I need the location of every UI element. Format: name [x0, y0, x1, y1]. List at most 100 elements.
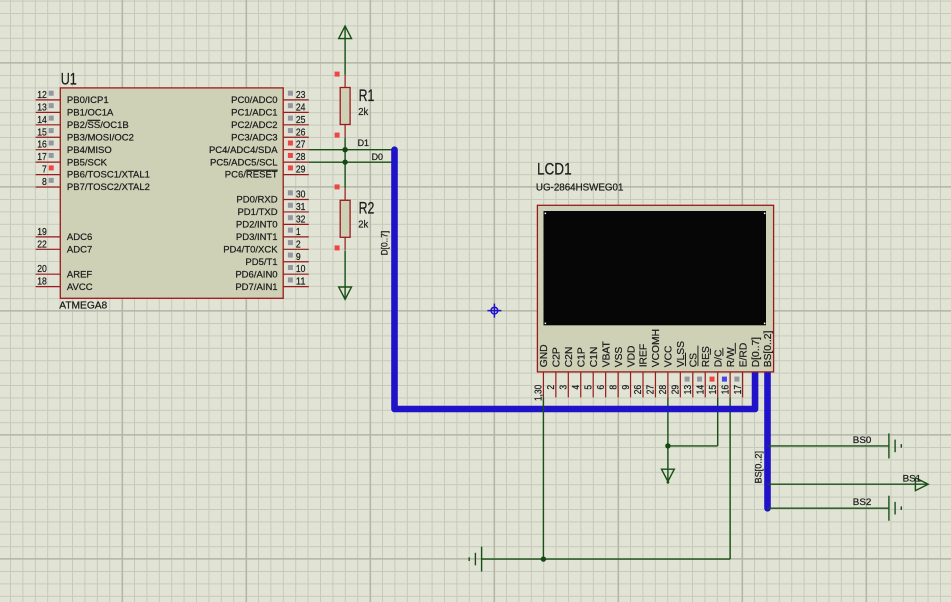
svg-text:3: 3 — [559, 385, 570, 390]
svg-text:PB1/OC1A: PB1/OC1A — [67, 107, 114, 118]
svg-text:PC0/ADC0: PC0/ADC0 — [231, 95, 277, 106]
svg-text:22: 22 — [37, 239, 47, 250]
svg-text:PB6/TOSC1/XTAL1: PB6/TOSC1/XTAL1 — [67, 170, 150, 181]
svg-text:12: 12 — [37, 90, 47, 101]
svg-text:ADC6: ADC6 — [67, 232, 92, 243]
svg-text:28: 28 — [296, 152, 306, 163]
svg-text:PD0/RXD: PD0/RXD — [236, 195, 277, 206]
svg-text:PC2/ADC2: PC2/ADC2 — [231, 120, 277, 131]
svg-text:PB7/TOSC2/XTAL2: PB7/TOSC2/XTAL2 — [67, 182, 150, 193]
svg-text:6: 6 — [596, 385, 607, 390]
svg-text:VSS: VSS — [614, 347, 625, 368]
svg-text:16: 16 — [720, 385, 731, 395]
svg-text:PD5/T1: PD5/T1 — [245, 257, 277, 268]
svg-text:1,30: 1,30 — [534, 385, 545, 401]
svg-text:VBAT: VBAT — [601, 340, 612, 367]
svg-text:D[0..7]: D[0..7] — [751, 337, 762, 367]
svg-text:VCOMH: VCOMH — [651, 329, 662, 367]
svg-text:15: 15 — [37, 127, 47, 138]
svg-text:PC4/ADC4/SDA: PC4/ADC4/SDA — [209, 145, 278, 156]
svg-text:PC5/ADC5/SCL: PC5/ADC5/SCL — [210, 157, 278, 168]
svg-text:PC1/ADC1: PC1/ADC1 — [231, 107, 277, 118]
svg-text:LCD1: LCD1 — [537, 161, 572, 179]
svg-text:PD6/AIN0: PD6/AIN0 — [235, 269, 277, 280]
svg-text:2: 2 — [296, 239, 301, 250]
svg-text:UG-2864HSWEG01: UG-2864HSWEG01 — [536, 183, 624, 194]
svg-text:8: 8 — [42, 177, 47, 188]
svg-text:BS[0..2]: BS[0..2] — [754, 451, 764, 484]
svg-text:VDD: VDD — [626, 346, 637, 368]
svg-text:PB5/SCK: PB5/SCK — [67, 157, 108, 168]
svg-text:ADC7: ADC7 — [67, 244, 92, 255]
svg-text:26: 26 — [633, 385, 644, 395]
svg-text:10: 10 — [296, 264, 306, 275]
svg-text:C2P: C2P — [552, 347, 563, 367]
svg-text:IREF: IREF — [639, 344, 650, 367]
svg-text:PD4/T0/XCK: PD4/T0/XCK — [223, 244, 278, 255]
svg-text:BS1: BS1 — [903, 474, 922, 484]
svg-text:4: 4 — [571, 385, 582, 390]
svg-text:PB2/SS/OC1B: PB2/SS/OC1B — [67, 120, 129, 131]
svg-text:25: 25 — [296, 115, 306, 126]
svg-text:15: 15 — [708, 385, 719, 395]
svg-text:2k: 2k — [358, 107, 369, 118]
svg-text:R1: R1 — [359, 87, 375, 105]
svg-text:C1N: C1N — [589, 347, 600, 368]
svg-text:D0: D0 — [372, 152, 383, 162]
svg-text:17: 17 — [733, 385, 744, 395]
svg-text:19: 19 — [37, 227, 47, 238]
svg-text:BS2: BS2 — [853, 497, 872, 507]
svg-text:18: 18 — [37, 277, 47, 288]
svg-text:5: 5 — [583, 385, 594, 390]
svg-text:PB4/MISO: PB4/MISO — [67, 145, 112, 156]
svg-text:2k: 2k — [358, 220, 369, 231]
svg-text:7: 7 — [42, 165, 47, 176]
svg-text:24: 24 — [296, 102, 306, 113]
svg-text:13: 13 — [37, 102, 47, 113]
svg-text:9: 9 — [621, 385, 632, 390]
svg-text:30: 30 — [296, 190, 306, 201]
svg-text:PD2/INT0: PD2/INT0 — [236, 220, 278, 231]
svg-text:27: 27 — [646, 385, 657, 395]
svg-text:32: 32 — [296, 214, 306, 225]
svg-text:U1: U1 — [61, 70, 77, 88]
svg-text:28: 28 — [658, 385, 669, 395]
svg-text:VCC: VCC — [664, 345, 675, 367]
svg-text:AVCC: AVCC — [67, 282, 93, 293]
svg-text:PB0/ICP1: PB0/ICP1 — [67, 95, 109, 106]
svg-text:27: 27 — [296, 140, 306, 151]
svg-text:1: 1 — [296, 227, 301, 238]
svg-text:PC3/ADC3: PC3/ADC3 — [231, 132, 277, 143]
svg-text:16: 16 — [37, 140, 47, 151]
svg-text:PD3/INT1: PD3/INT1 — [236, 232, 278, 243]
svg-text:26: 26 — [296, 127, 306, 138]
svg-text:GND: GND — [539, 344, 550, 367]
svg-text:29: 29 — [296, 165, 306, 176]
svg-text:PD1/TXD: PD1/TXD — [237, 207, 277, 218]
svg-text:ATMEGA8: ATMEGA8 — [59, 301, 107, 312]
svg-text:17: 17 — [37, 152, 47, 163]
svg-text:13: 13 — [683, 385, 694, 395]
svg-text:20: 20 — [37, 264, 47, 275]
svg-text:R2: R2 — [359, 200, 375, 218]
svg-text:D1: D1 — [358, 138, 369, 148]
svg-text:PD7/AIN1: PD7/AIN1 — [235, 282, 277, 293]
svg-text:PB3/MOSI/OC2: PB3/MOSI/OC2 — [67, 132, 134, 143]
svg-text:BS[0..2]: BS[0..2] — [763, 331, 774, 368]
svg-text:23: 23 — [296, 90, 306, 101]
svg-text:31: 31 — [296, 202, 306, 213]
svg-text:11: 11 — [296, 277, 306, 288]
svg-text:14: 14 — [695, 385, 706, 395]
svg-text:14: 14 — [37, 115, 47, 126]
svg-text:AREF: AREF — [67, 269, 93, 280]
svg-text:2: 2 — [546, 385, 557, 390]
svg-text:29: 29 — [671, 385, 682, 395]
svg-text:C1P: C1P — [576, 347, 587, 367]
svg-text:8: 8 — [608, 385, 619, 390]
svg-text:9: 9 — [296, 252, 301, 263]
svg-text:PC6/RESET: PC6/RESET — [225, 170, 278, 181]
svg-text:C2N: C2N — [564, 347, 575, 368]
svg-text:BS0: BS0 — [853, 435, 872, 445]
svg-text:D[0..7]: D[0..7] — [379, 231, 389, 256]
svg-text:E/RD: E/RD — [738, 343, 749, 368]
